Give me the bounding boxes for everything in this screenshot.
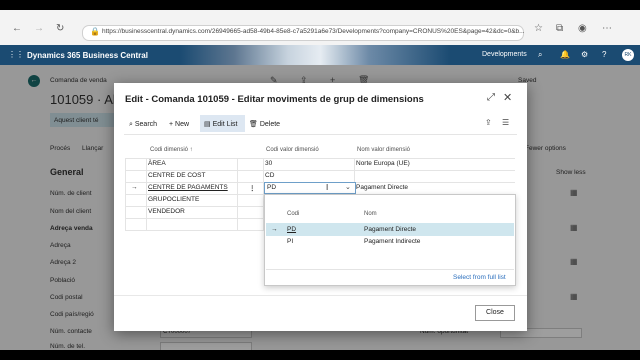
chevron-down-icon[interactable]: ⌄	[345, 183, 351, 191]
dropdown-divider	[266, 269, 514, 270]
table-row[interactable]: CENTRE DE COST CD	[125, 170, 515, 182]
option-code: PI	[287, 238, 294, 245]
delete-button[interactable]: 🗑 Delete	[249, 119, 280, 131]
dropdown-col-name: Nom	[364, 211, 377, 217]
row-actions-icon[interactable]: ⋮	[249, 184, 256, 192]
grid-divider	[125, 158, 126, 231]
edit-dimensions-dialog: Edit - Comanda 101059 - Editar moviments…	[114, 83, 527, 331]
dimension-name-cell: Pagament Directe	[356, 184, 409, 191]
close-button[interactable]: Close	[475, 305, 515, 321]
app-name[interactable]: Dynamics 365 Business Central	[27, 51, 148, 60]
dimension-value-cell[interactable]: CD	[265, 172, 274, 179]
footer-divider	[114, 295, 527, 296]
account-icon[interactable]: ◉	[578, 23, 587, 34]
grid-divider	[146, 158, 147, 231]
mouse-cursor-icon: I	[326, 183, 329, 192]
dimension-code-cell[interactable]: CENTRE DE COST	[148, 172, 205, 179]
close-icon[interactable]: ✕	[503, 91, 512, 104]
lock-icon: 🔒	[90, 27, 100, 36]
dimension-code-cell[interactable]: CENTRE DE PAGAMENTS	[148, 184, 228, 191]
forward-arrow-icon[interactable]: →	[34, 23, 44, 34]
search-button[interactable]: ⌕ Search	[129, 119, 157, 131]
option-code: PD	[287, 226, 297, 233]
url-text: https://businesscentral.dynamics.com/269…	[102, 28, 525, 35]
more-dots-icon[interactable]: ⋯	[602, 23, 612, 34]
trash-icon: 🗑	[249, 121, 258, 128]
bell-icon[interactable]: 🔔	[560, 50, 570, 59]
toolbar-divider	[124, 134, 517, 135]
edit-list-button[interactable]: ▤ Edit List	[204, 119, 237, 131]
selected-arrow-icon: →	[271, 226, 278, 233]
grid-divider	[237, 158, 238, 231]
app-launcher-icon[interactable]: ⋮⋮	[8, 50, 24, 59]
col-dimension-value-code[interactable]: Codi valor dimensió	[266, 147, 319, 153]
favorites-star-icon[interactable]: ☆	[534, 23, 543, 34]
option-name: Pagament Directe	[364, 226, 417, 233]
current-row-arrow-icon: →	[131, 184, 138, 191]
search-label: Search	[134, 121, 158, 128]
environment-name[interactable]: Developments	[482, 51, 527, 58]
dialog-title: Edit - Comanda 101059 - Editar moviments…	[125, 94, 424, 105]
search-icon[interactable]: ⌕	[538, 50, 542, 60]
list-view-icon[interactable]: ☰	[502, 118, 509, 127]
dimension-code-cell[interactable]: GRUPOCLIENTE	[148, 196, 199, 203]
collections-icon[interactable]: ⧉	[556, 23, 563, 34]
share-icon[interactable]: ⇪	[485, 118, 492, 127]
dropdown-option[interactable]: PI Pagament Indirecte	[266, 236, 514, 249]
col-dimension-value-name[interactable]: Nom valor dimensió	[357, 147, 410, 153]
delete-label: Delete	[259, 121, 281, 128]
dimension-value-input[interactable]: PD ⌄ I	[264, 182, 356, 194]
edit-list-label: Edit List	[212, 121, 238, 128]
plus-icon: +	[169, 121, 174, 128]
dimension-code-cell[interactable]: ÀREA	[148, 160, 166, 167]
help-icon[interactable]: ?	[602, 50, 606, 59]
select-from-full-list-link[interactable]: Select from full list	[453, 274, 506, 281]
avatar[interactable]: RK	[622, 49, 634, 61]
dimension-name-cell: Norte Europa (UE)	[356, 160, 410, 167]
screen-bottom-bar	[0, 350, 640, 360]
new-label: New	[175, 121, 190, 128]
col-dimension-code[interactable]: Codi dimensió ↑	[150, 147, 193, 153]
dropdown-option-selected[interactable]: → PD Pagament Directe	[266, 223, 514, 236]
header-banner-image	[180, 45, 450, 65]
dimension-value-input-text: PD	[267, 184, 277, 191]
dimension-value-cell[interactable]: 30	[265, 160, 272, 167]
dropdown-col-code: Codi	[287, 211, 300, 217]
expand-icon[interactable]: ⤢	[487, 92, 495, 103]
new-button[interactable]: + New	[169, 119, 189, 131]
back-arrow-icon[interactable]: ←	[12, 23, 22, 34]
edit-list-icon: ▤	[204, 121, 211, 128]
gear-icon[interactable]: ⚙	[581, 50, 588, 59]
search-icon: ⌕	[129, 121, 133, 128]
screen-top-bar	[0, 0, 640, 10]
table-row[interactable]: ÀREA 30 Norte Europa (UE)	[125, 158, 515, 170]
option-name: Pagament Indirecte	[364, 238, 421, 245]
lookup-dropdown: Codi Nom → PD Pagament Directe PI Pagame…	[264, 194, 516, 286]
refresh-icon[interactable]: ↻	[56, 23, 64, 34]
dimension-code-cell[interactable]: VENDEDOR	[148, 208, 185, 215]
